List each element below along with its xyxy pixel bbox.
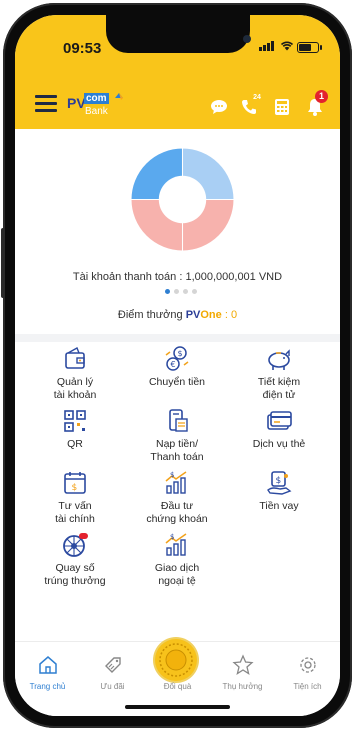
star-icon [231, 654, 254, 676]
tab-label: Tiện ích [293, 682, 322, 691]
service-label: Nạp tiền/ Thanh toán [150, 438, 204, 463]
tab-gift-tag[interactable]: Ưu đãi [80, 654, 145, 691]
signal-icon [259, 41, 274, 51]
svg-text:$: $ [276, 476, 282, 486]
home-content: Tài khoản thanh toán : 1,000,000,001 VND… [15, 129, 340, 649]
reward-points[interactable]: Điểm thưởng PVOne : 0 [15, 309, 340, 321]
service-label: Tiền vay [259, 500, 299, 512]
app-screen: 09:53 PV com Bank 24 1 Tài khoản thanh t… [15, 15, 340, 716]
service-label: QR [67, 438, 83, 450]
tab-label: Đổi quà [163, 682, 192, 691]
carousel-dot[interactable] [165, 289, 170, 294]
logo-mark-icon [115, 93, 123, 100]
service-label: Tiết kiệm điện tử [257, 376, 301, 401]
tab-star[interactable]: Thụ hưởng [210, 654, 275, 691]
home-indicator [125, 705, 230, 709]
tab-settings[interactable]: Tiện ích [275, 654, 340, 691]
wifi-icon [280, 39, 294, 53]
loan-icon: $ [264, 469, 294, 497]
tab-home[interactable]: Trang chủ [15, 654, 80, 691]
tab-label: Trang chủ [29, 682, 66, 691]
pvone-logo: PVOne [185, 309, 222, 321]
gift-tag-icon [102, 654, 124, 676]
home-icon [37, 654, 59, 676]
card-icon [264, 407, 294, 435]
piggy-bank-icon [264, 345, 294, 373]
service-label: Tư vấn tài chính [55, 500, 95, 525]
money-transfer-icon: $ € [162, 345, 192, 373]
service-label: Quay số trúng thưởng [44, 562, 106, 587]
service-money-transfer[interactable]: $ € Chuyển tiền [123, 345, 231, 389]
status-bar: 09:53 [15, 15, 340, 67]
service-stock-chart[interactable]: $ Đầu tư chứng khoán [123, 469, 231, 525]
notification-badge: 1 [315, 90, 328, 103]
lucky-wheel-icon [60, 531, 90, 559]
section-divider [15, 334, 340, 342]
balance-donut-chart [131, 148, 234, 251]
account-balance-text: Tài khoản thanh toán : 1,000,000,001 VND [72, 271, 283, 283]
carousel-indicator[interactable] [165, 289, 197, 294]
qr-code-icon [60, 407, 90, 435]
service-label: Đầu tư chứng khoán [146, 500, 208, 525]
service-bill-payment[interactable]: Nạp tiền/ Thanh toán [123, 407, 231, 463]
phone-badge: 24 [253, 94, 261, 101]
carousel-dot[interactable] [192, 289, 197, 294]
settings-icon [297, 654, 319, 676]
stock-chart-icon: $ [162, 469, 192, 497]
service-card[interactable]: Dịch vụ thẻ [225, 407, 333, 451]
menu-icon[interactable] [35, 95, 57, 113]
points-label: Điểm thưởng [117, 309, 183, 321]
wallet-icon [60, 345, 90, 373]
svg-text:€: € [171, 360, 176, 369]
bill-payment-icon [162, 407, 192, 435]
service-wallet[interactable]: Quản lý tài khoản [21, 345, 129, 401]
service-forex[interactable]: $ Giao dịch ngoại tệ [123, 531, 231, 587]
tab-label: Ưu đãi [100, 682, 125, 691]
svg-text:$: $ [178, 349, 183, 358]
tab-exchange-gift[interactable]: Đổi quà [145, 654, 210, 691]
carousel-dot[interactable] [174, 289, 179, 294]
points-value: : 0 [224, 309, 238, 321]
calculator-icon[interactable] [270, 95, 294, 119]
svg-text:$: $ [170, 533, 174, 541]
pvcombank-logo: PV com Bank [67, 89, 127, 121]
side-button [1, 228, 5, 298]
service-label: Dịch vụ thẻ [252, 438, 306, 450]
chat-icon[interactable] [207, 95, 231, 119]
app-header: 09:53 PV com Bank 24 1 [15, 15, 340, 129]
forex-icon: $ [162, 531, 192, 559]
battery-icon [297, 42, 322, 53]
phone-icon[interactable]: 24 [237, 94, 261, 119]
svg-text:$: $ [72, 483, 78, 493]
notch [106, 15, 250, 53]
camera-dot [243, 35, 251, 43]
service-loan[interactable]: $ Tiền vay [225, 469, 333, 513]
service-piggy-bank[interactable]: Tiết kiệm điện tử [225, 345, 333, 401]
tab-label: Thụ hưởng [222, 682, 263, 691]
carousel-dot[interactable] [183, 289, 188, 294]
service-label: Giao dịch ngoại tệ [154, 562, 200, 587]
service-qr-code[interactable]: QR [21, 407, 129, 451]
status-time: 09:53 [63, 40, 102, 57]
service-label: Chuyển tiền [148, 376, 206, 388]
calendar-money-icon: $ [60, 469, 90, 497]
bell-icon[interactable]: 1 [303, 90, 328, 119]
service-lucky-wheel[interactable]: Quay số trúng thưởng [21, 531, 129, 587]
service-label: Quản lý tài khoản [53, 376, 97, 401]
service-calendar-money[interactable]: $ Tư vấn tài chính [21, 469, 129, 525]
svg-text:$: $ [170, 471, 174, 479]
phone-frame: 09:53 PV com Bank 24 1 Tài khoản thanh t… [1, 3, 352, 728]
